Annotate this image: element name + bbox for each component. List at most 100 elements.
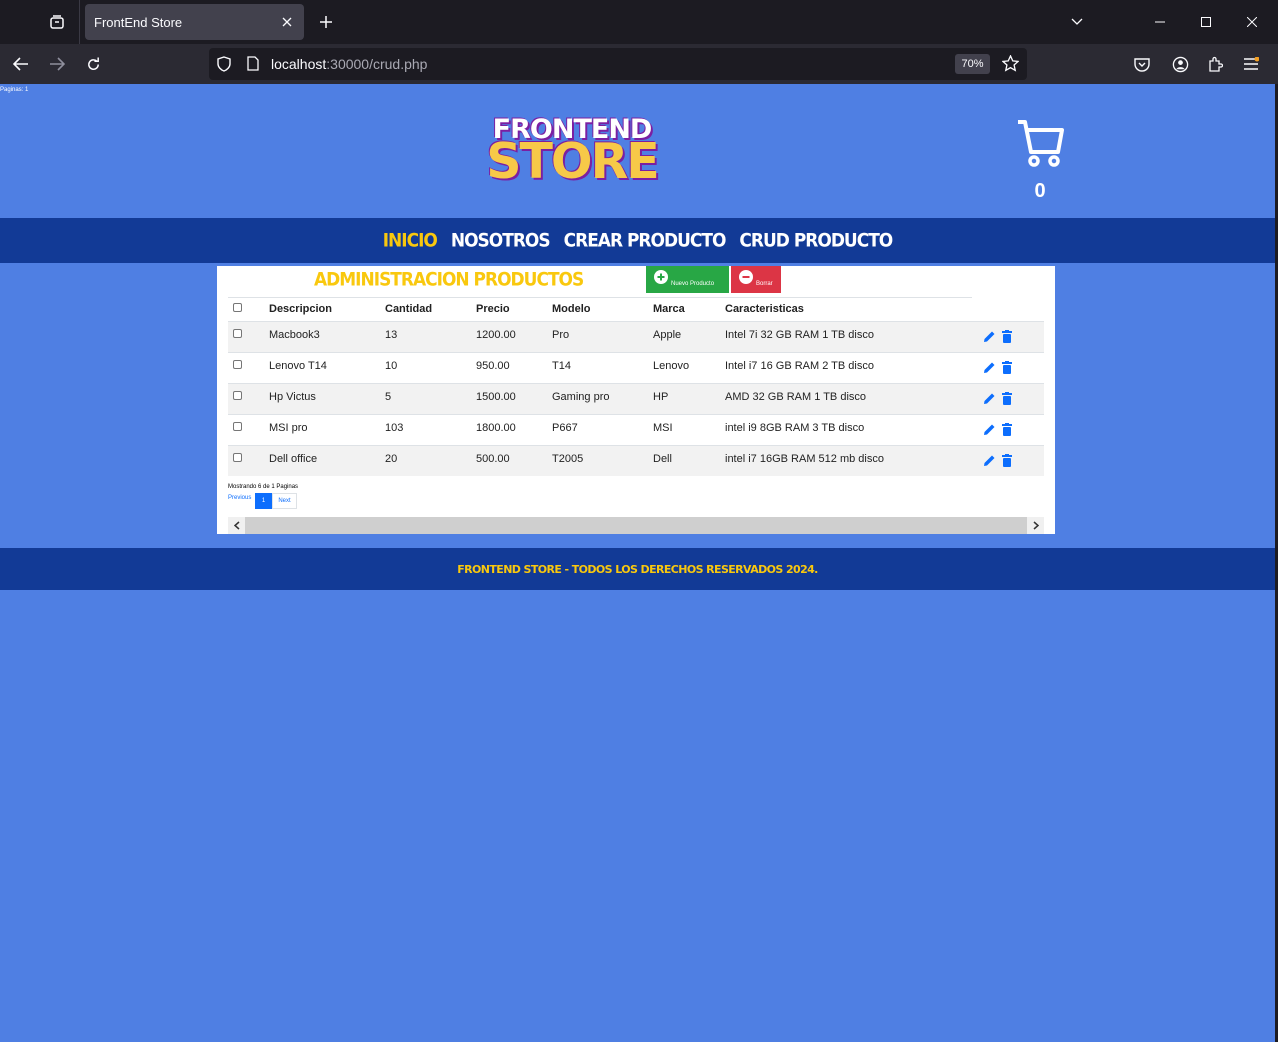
menu-item-crear-producto[interactable]: CREAR PRODUCTO [564, 230, 727, 252]
horizontal-scrollbar[interactable] [228, 517, 1044, 534]
table-row: Lenovo T14 10 950.00 T14 Lenovo Intel i7 16 G… [228, 351, 1044, 383]
logo-text-bottom: STORE [486, 133, 660, 190]
products-table: Descripcion Cantidad Precio Modelo Marca… [228, 298, 1044, 476]
edit-pencil-icon[interactable] [983, 361, 996, 377]
table-cell: Intel 7i 32 GB RAM 1 TB disco [725, 320, 978, 352]
column-header: Caracteristicas [725, 303, 804, 316]
scroll-right-icon[interactable] [1027, 517, 1044, 534]
table-cell: intel i9 8GB RAM 3 TB disco [725, 413, 978, 445]
site-footer: FRONTEND STORE - TODOS LOS DERECHOS RESE… [0, 548, 1275, 590]
forward-arrow-icon[interactable] [45, 52, 69, 76]
select-all-checkbox[interactable] [233, 303, 242, 313]
table-cell: 20 [385, 444, 476, 476]
footer-text: FRONTEND STORE - TODOS LOS DERECHOS RESE… [457, 562, 818, 576]
table-cell: 1500.00 [476, 382, 552, 414]
back-arrow-icon[interactable] [9, 52, 33, 76]
table-cell: T14 [552, 351, 653, 383]
tab-separator [79, 0, 80, 44]
table-cell: 500.00 [476, 444, 552, 476]
column-header: Cantidad [385, 303, 433, 316]
column-header: Modelo [552, 303, 591, 316]
table-cell: T2005 [552, 444, 653, 476]
table-cell: 10 [385, 351, 476, 383]
tab-list-icon[interactable] [44, 10, 70, 34]
minus-circle-icon [739, 270, 753, 284]
table-cell: 103 [385, 413, 476, 445]
delete-button[interactable]: Borrar [731, 266, 781, 293]
account-icon[interactable] [1168, 52, 1192, 76]
row-checkbox[interactable] [233, 359, 242, 369]
tab-title: FrontEnd Store [94, 14, 183, 30]
pagination-info: Mostrando 6 de 1 Paginas [228, 484, 299, 490]
edit-pencil-icon[interactable] [983, 423, 996, 439]
edit-pencil-icon[interactable] [983, 330, 996, 346]
previous-link[interactable]: Previous [228, 495, 251, 501]
table-row: MSI pro 103 1800.00 P667 MSI intel i9 8GB RAM… [228, 413, 1044, 445]
trash-icon[interactable] [1002, 360, 1012, 377]
site-header: FRONTEND STORE 0 [0, 84, 1275, 218]
next-link[interactable]: Next [272, 493, 297, 509]
close-icon[interactable] [278, 13, 296, 31]
trash-icon[interactable] [1002, 422, 1012, 439]
reload-icon[interactable] [81, 52, 105, 76]
column-header: Precio [476, 303, 510, 316]
plus-circle-icon [654, 270, 668, 284]
shield-icon[interactable] [217, 56, 231, 77]
star-icon[interactable] [1001, 54, 1020, 77]
browser-tab[interactable]: FrontEnd Store [85, 4, 304, 40]
column-header: Marca [653, 303, 685, 316]
table-cell: Macbook3 [269, 320, 385, 352]
cart-count: 0 [1034, 180, 1046, 202]
table-cell: Lenovo [653, 351, 725, 383]
edit-pencil-icon[interactable] [983, 454, 996, 470]
table-cell: Lenovo T14 [269, 351, 385, 383]
row-checkbox[interactable] [233, 421, 242, 431]
panel-title: ADMINISTRACION PRODUCTOS [314, 269, 584, 291]
debug-text: Paginas: 1 [0, 87, 29, 93]
table-row: Hp Victus 5 1500.00 Gaming pro HP AMD 32 GB R… [228, 382, 1044, 414]
table-cell: Intel i7 16 GB RAM 2 TB disco [725, 351, 978, 383]
scroll-left-icon[interactable] [228, 517, 245, 534]
menu-item-crud-producto[interactable]: CRUD PRODUCTO [739, 230, 893, 252]
cart-icon[interactable] [1016, 118, 1064, 168]
main-menu: INICIO NOSOTROS CREAR PRODUCTO CRUD PROD… [0, 218, 1275, 263]
page-button[interactable]: 1 [255, 493, 272, 509]
column-header: Descripcion [269, 303, 332, 316]
chevron-down-icon[interactable] [1066, 12, 1088, 32]
table-cell: 1800.00 [476, 413, 552, 445]
close-window-icon[interactable] [1241, 12, 1263, 32]
menu-item-nosotros[interactable]: NOSOTROS [451, 230, 551, 252]
trash-icon[interactable] [1002, 391, 1012, 408]
menu-item-inicio[interactable]: INICIO [383, 230, 438, 252]
zoom-level[interactable]: 70% [955, 54, 990, 74]
table-cell: Hp Victus [269, 382, 385, 414]
table-cell: Dell office [269, 444, 385, 476]
trash-icon[interactable] [1002, 453, 1012, 470]
minimize-icon[interactable] [1149, 12, 1171, 32]
table-cell: Pro [552, 320, 653, 352]
maximize-icon[interactable] [1195, 12, 1217, 32]
table-cell: HP [653, 382, 725, 414]
address-bar[interactable]: localhost:30000/crud.php 70% [209, 48, 1027, 80]
edit-pencil-icon[interactable] [983, 392, 996, 408]
products-panel: ADMINISTRACION PRODUCTOS Nuevo Producto … [217, 266, 1055, 534]
extensions-icon[interactable] [1203, 52, 1227, 76]
table-cell: Dell [653, 444, 725, 476]
page-icon[interactable] [247, 56, 259, 76]
store-logo[interactable]: FRONTEND STORE [481, 114, 666, 190]
row-checkbox[interactable] [233, 452, 242, 462]
table-header-row: Descripcion Cantidad Precio Modelo Marca… [228, 298, 1044, 321]
row-checkbox[interactable] [233, 328, 242, 338]
new-product-button[interactable]: Nuevo Producto [646, 266, 729, 293]
url-text: localhost:30000/crud.php [271, 56, 428, 72]
trash-icon[interactable] [1002, 329, 1012, 346]
table-cell: 1200.00 [476, 320, 552, 352]
row-checkbox[interactable] [233, 390, 242, 400]
browser-nav-bar: localhost:30000/crud.php 70% [0, 44, 1278, 84]
table-cell: MSI pro [269, 413, 385, 445]
table-row: Dell office 20 500.00 T2005 Dell intel i7 16G… [228, 444, 1044, 476]
plus-icon[interactable] [315, 11, 337, 33]
menu-icon[interactable] [1239, 52, 1263, 76]
pocket-icon[interactable] [1130, 52, 1154, 76]
table-cell: Gaming pro [552, 382, 653, 414]
